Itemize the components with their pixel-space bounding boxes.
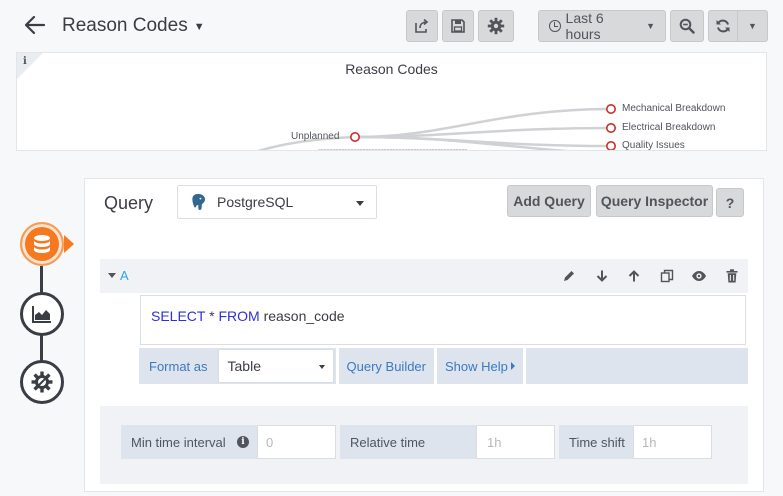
pencil-icon	[564, 271, 575, 281]
show-help-button[interactable]: Show Help	[434, 348, 523, 384]
format-as-label: Format as	[149, 358, 208, 374]
save-icon	[451, 19, 465, 33]
relative-time-label: Relative time	[340, 425, 476, 459]
show-help-label: Show Help	[445, 358, 508, 374]
duplicate-query-button[interactable]	[651, 259, 684, 293]
node-unplanned[interactable]	[349, 132, 360, 143]
info-icon[interactable]: i	[237, 436, 249, 448]
chevron-down-icon	[318, 365, 325, 369]
zoom-out-button[interactable]	[670, 10, 704, 42]
arrow-down-icon	[596, 270, 607, 282]
top-nav: Reason Codes ▼ Last 6 hours ▼ ▼	[0, 0, 783, 52]
edit-query-button[interactable]	[553, 259, 586, 293]
min-time-interval-group: Min time interval i 0	[121, 425, 336, 459]
dashboard-title-text: Reason Codes	[62, 15, 188, 36]
node-label-target: Quality Issues	[622, 140, 685, 151]
datasource-name: PostgreSQL	[217, 194, 294, 210]
chevron-down-icon: ▼	[748, 21, 757, 31]
clock-icon	[549, 20, 561, 32]
format-select[interactable]: Table	[217, 349, 334, 383]
query-section-title: Query	[104, 193, 154, 213]
relative-time-input[interactable]: 1h	[476, 425, 555, 459]
refresh-interval-dropdown[interactable]: ▼	[737, 10, 768, 42]
query-ref-id: A	[120, 268, 129, 283]
datasource-select[interactable]: PostgreSQL	[177, 185, 377, 219]
query-editor: Query PostgreSQL Add Query Query Inspect…	[84, 178, 764, 492]
flow-diagram	[257, 103, 616, 150]
dashboard-settings-button[interactable]	[478, 10, 514, 42]
node-electrical-breakdown[interactable]	[605, 123, 616, 134]
share-button[interactable]	[406, 10, 438, 42]
min-interval-label: Min time interval i	[121, 425, 257, 459]
query-builder-button[interactable]: Query Builder	[335, 348, 434, 384]
step-queries[interactable]	[20, 222, 64, 266]
sql-token: *	[209, 308, 215, 324]
query-format-row: Format as Table Query Builder Show Help	[139, 348, 748, 384]
copy-icon	[660, 269, 673, 283]
move-down-button[interactable]	[586, 259, 619, 293]
sql-keyword: SELECT	[151, 308, 206, 324]
query-ref-toggle[interactable]: A	[108, 268, 129, 283]
postgresql-icon	[191, 193, 206, 211]
step-connector	[40, 266, 43, 294]
area-chart-icon	[32, 306, 51, 323]
chevron-down-icon	[356, 201, 364, 206]
relative-time-group: Relative time 1h	[340, 425, 555, 459]
format-value: Table	[227, 358, 261, 374]
time-shift-group: Time shift 1h	[559, 425, 712, 459]
dashboard-title[interactable]: Reason Codes ▼	[62, 15, 205, 37]
chevron-down-icon: ▼	[646, 21, 655, 31]
query-options: Min time interval i 0 Relative time 1h T…	[100, 406, 748, 484]
remove-query-button[interactable]	[716, 259, 749, 293]
time-shift-label: Time shift	[559, 425, 633, 459]
refresh-button[interactable]	[708, 10, 738, 42]
node-label-target: Electrical Breakdown	[622, 122, 716, 133]
caret-right-icon	[510, 362, 515, 370]
add-query-button[interactable]: Add Query	[507, 185, 591, 217]
gear-icon	[487, 17, 505, 35]
step-connector	[40, 334, 43, 362]
min-interval-label-text: Min time interval	[131, 434, 226, 450]
trash-icon	[726, 269, 738, 283]
active-step-pointer	[64, 235, 74, 253]
format-row-filler	[522, 348, 748, 384]
toggle-visibility-button[interactable]	[683, 259, 716, 293]
node-quality-issues[interactable]	[606, 141, 616, 150]
min-interval-input[interactable]: 0	[257, 425, 336, 459]
gear-wrench-icon	[31, 371, 53, 393]
refresh-icon	[716, 19, 730, 33]
share-icon	[415, 18, 429, 33]
eye-icon	[692, 271, 707, 281]
time-range-label: Last 6 hours	[565, 10, 604, 42]
help-button[interactable]: ?	[716, 188, 744, 217]
save-dashboard-button[interactable]	[442, 10, 474, 42]
step-general[interactable]	[20, 360, 64, 404]
sql-keyword: FROM	[218, 308, 260, 324]
sql-editor[interactable]: SELECT * FROM reason_code	[140, 295, 746, 345]
panel-scrollbar[interactable]	[318, 149, 468, 150]
query-row-actions	[553, 259, 748, 293]
back-arrow-icon[interactable]	[22, 12, 48, 38]
time-range-picker[interactable]: Last 6 hours ▼	[538, 10, 666, 42]
node-label-source: Unplanned	[291, 131, 340, 142]
time-shift-input[interactable]: 1h	[633, 425, 712, 459]
move-up-button[interactable]	[618, 259, 651, 293]
zoom-out-icon	[679, 18, 695, 34]
node-label-target: Mechanical Breakdown	[622, 103, 726, 114]
panel-preview: i Reason Codes Unplanned Mechanical Brea…	[16, 52, 767, 151]
query-inspector-button[interactable]: Query Inspector	[596, 185, 713, 217]
arrow-up-icon	[629, 270, 640, 282]
database-icon	[34, 235, 50, 253]
caret-down-icon	[108, 273, 116, 278]
query-row-header: A	[100, 259, 748, 293]
sql-table-name: reason_code	[263, 308, 345, 324]
step-visualization[interactable]	[20, 292, 64, 336]
node-mechanical-breakdown[interactable]	[605, 103, 616, 114]
chevron-down-icon: ▼	[193, 21, 205, 33]
